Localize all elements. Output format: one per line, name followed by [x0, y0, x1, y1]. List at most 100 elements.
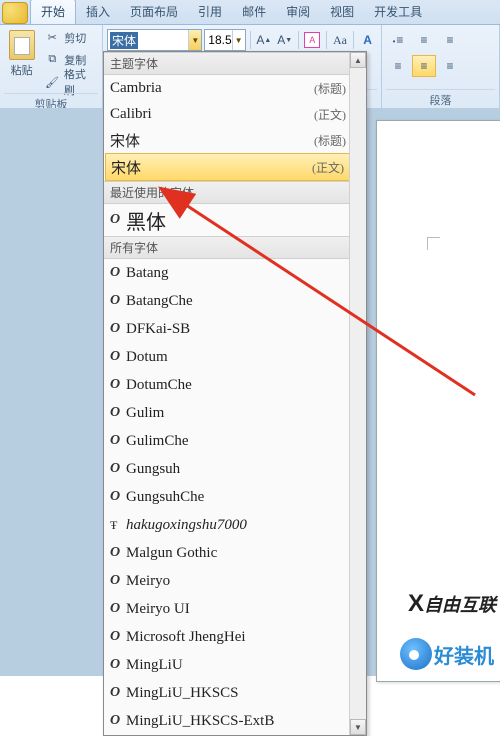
- tab-references[interactable]: 引用: [188, 0, 232, 24]
- font-option-name: Cambria: [110, 80, 162, 97]
- tab-developer[interactable]: 开发工具: [364, 0, 432, 24]
- font-option-name: Gungsuh: [126, 461, 180, 478]
- font-option[interactable]: OMingLiU: [104, 651, 366, 679]
- ribbon-tabs: 开始 插入 页面布局 引用 邮件 审阅 视图 开发工具: [0, 0, 500, 25]
- font-option-name: 黑体: [126, 206, 166, 235]
- opentype-icon: O: [110, 377, 126, 393]
- brush-icon: 🖌: [44, 74, 60, 90]
- multilevel-button[interactable]: ≡: [438, 29, 462, 51]
- chevron-down-icon[interactable]: ▼: [232, 30, 245, 50]
- font-option-name: MingLiU: [126, 657, 183, 674]
- font-option-name: GulimChe: [126, 433, 189, 450]
- font-option[interactable]: Ŧhakugoxingshu7000: [104, 511, 366, 539]
- cut-label: 剪切: [64, 30, 86, 46]
- font-option[interactable]: Cambria (标题): [104, 75, 366, 101]
- font-option[interactable]: OBatangChe: [104, 287, 366, 315]
- font-option-name: BatangChe: [126, 293, 193, 310]
- opentype-icon: O: [110, 265, 126, 281]
- font-option-name: Meiryo UI: [126, 601, 190, 618]
- separator: [298, 31, 299, 49]
- align-left-button[interactable]: ≡: [386, 55, 410, 77]
- font-option-name: Dotum: [126, 349, 168, 366]
- align-right-button[interactable]: ≡: [438, 55, 462, 77]
- opentype-icon: O: [110, 212, 126, 228]
- clear-format-button[interactable]: A: [303, 29, 322, 51]
- scissors-icon: ✂: [44, 30, 60, 46]
- font-name-combo[interactable]: 宋体 ▼: [107, 29, 202, 51]
- font-option[interactable]: OBatang: [104, 259, 366, 287]
- section-theme-fonts: 主题字体: [104, 52, 366, 75]
- tab-view[interactable]: 视图: [320, 0, 364, 24]
- font-option-name: 宋体: [111, 157, 141, 178]
- font-option[interactable]: OMeiryo: [104, 567, 366, 595]
- text-effects-button[interactable]: A: [358, 29, 377, 51]
- font-option[interactable]: OGungsuh: [104, 455, 366, 483]
- font-option-name: MingLiU_HKSCS-ExtB: [126, 713, 274, 730]
- font-option-name: MingLiU_HKSCS: [126, 685, 239, 702]
- paragraph-group-label: 段落: [386, 89, 495, 110]
- font-size-combo[interactable]: 18.5 ▼: [204, 29, 245, 51]
- opentype-icon: O: [110, 629, 126, 645]
- watermark-2-text: 好装机: [434, 640, 494, 669]
- section-all-fonts: 所有字体: [104, 236, 366, 259]
- group-clipboard: 粘贴 ✂ 剪切 ⧉ 复制 🖌 格式刷 剪贴板: [0, 25, 103, 110]
- opentype-icon: O: [110, 321, 126, 337]
- font-option[interactable]: OGulim: [104, 399, 366, 427]
- font-option[interactable]: ODotum: [104, 343, 366, 371]
- separator: [250, 31, 251, 49]
- tab-home[interactable]: 开始: [30, 0, 76, 24]
- font-option-name: Batang: [126, 265, 169, 282]
- font-option[interactable]: OMeiryo UI: [104, 595, 366, 623]
- opentype-icon: O: [110, 405, 126, 421]
- scroll-down-icon[interactable]: ▼: [350, 719, 366, 735]
- font-option-name: Meiryo: [126, 573, 170, 590]
- numbering-button[interactable]: ≡: [412, 29, 436, 51]
- tab-review[interactable]: 审阅: [276, 0, 320, 24]
- bullets-button[interactable]: ≡: [386, 29, 410, 51]
- cut-button[interactable]: ✂ 剪切: [42, 27, 98, 48]
- x-icon: X: [408, 590, 422, 618]
- font-option[interactable]: OGungsuhChe: [104, 483, 366, 511]
- font-option-name: Gulim: [126, 405, 164, 422]
- font-option-tag: (标题): [314, 132, 346, 149]
- opentype-icon: O: [110, 685, 126, 701]
- font-option[interactable]: 宋体(标题): [104, 127, 366, 153]
- watermark-2: 好装机: [400, 638, 494, 670]
- scrollbar[interactable]: ▲ ▼: [349, 52, 366, 735]
- opentype-icon: O: [110, 433, 126, 449]
- font-option[interactable]: OMicrosoft JhengHei: [104, 623, 366, 651]
- opentype-icon: O: [110, 349, 126, 365]
- font-option[interactable]: OGulimChe: [104, 427, 366, 455]
- grow-font-button[interactable]: A▲: [254, 29, 273, 51]
- font-option-name: Microsoft JhengHei: [126, 629, 246, 646]
- font-option[interactable]: 宋体 (正文): [105, 153, 365, 181]
- opentype-icon: O: [110, 713, 126, 729]
- section-recent-fonts: 最近使用的字体: [104, 181, 366, 204]
- paste-label: 粘贴: [11, 62, 33, 78]
- font-option[interactable]: Calibri(正文): [104, 101, 366, 127]
- watermark-1-text: 自由互联: [424, 591, 496, 617]
- tab-page-layout[interactable]: 页面布局: [120, 0, 188, 24]
- paste-button[interactable]: 粘贴: [4, 27, 39, 93]
- font-option[interactable]: O黑体: [104, 204, 366, 236]
- font-option[interactable]: OMingLiU_HKSCS-ExtB: [104, 707, 366, 735]
- shrink-font-button[interactable]: A▼: [275, 29, 294, 51]
- scroll-up-icon[interactable]: ▲: [350, 52, 366, 68]
- font-option-tag: (标题): [314, 80, 346, 97]
- font-option[interactable]: OMingLiU_HKSCS: [104, 679, 366, 707]
- font-option-tag: (正文): [312, 159, 344, 176]
- font-option[interactable]: OMalgun Gothic: [104, 539, 366, 567]
- font-size-value: 18.5: [208, 33, 231, 47]
- format-painter-button[interactable]: 🖌 格式刷: [42, 71, 98, 93]
- tab-mailings[interactable]: 邮件: [232, 0, 276, 24]
- font-option-name: Malgun Gothic: [126, 545, 217, 562]
- office-button[interactable]: [2, 2, 28, 24]
- font-option[interactable]: ODotumChe: [104, 371, 366, 399]
- change-case-button[interactable]: Aa: [331, 29, 350, 51]
- tab-insert[interactable]: 插入: [76, 0, 120, 24]
- align-center-button[interactable]: ≡: [412, 55, 436, 77]
- group-paragraph: ≡ ≡ ≡ ≡ ≡ ≡ 段落: [382, 25, 500, 110]
- truetype-icon: Ŧ: [110, 518, 126, 533]
- font-option[interactable]: ODFKai-SB: [104, 315, 366, 343]
- chevron-down-icon[interactable]: ▼: [188, 30, 201, 50]
